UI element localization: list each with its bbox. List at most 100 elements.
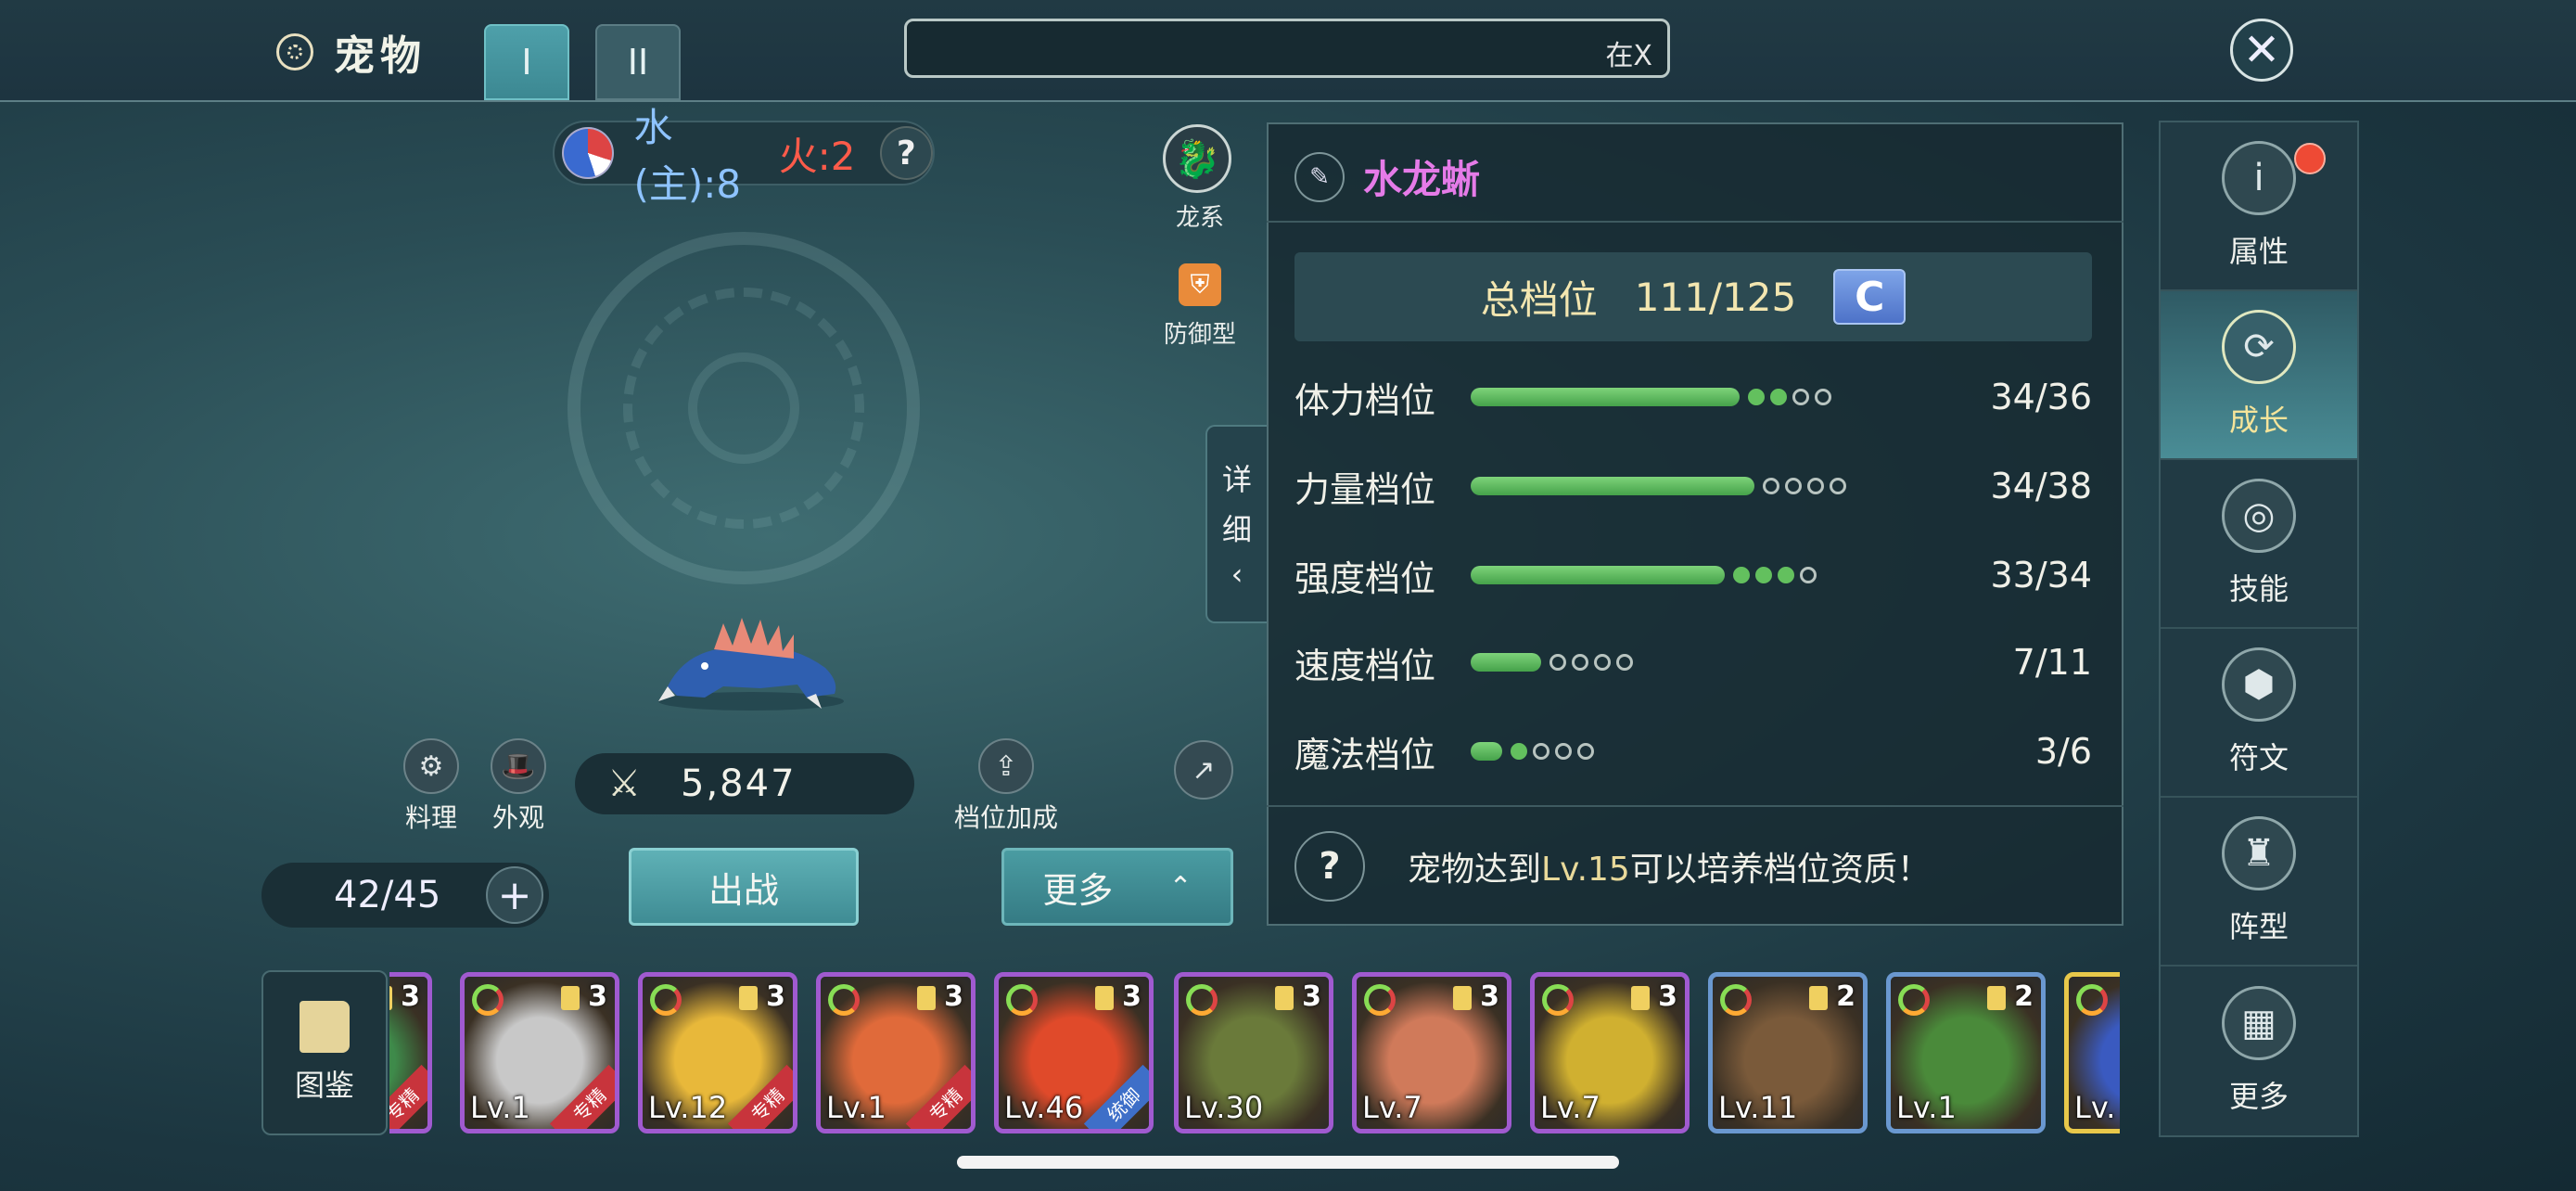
stat-dot xyxy=(1815,389,1831,405)
expand-capacity-button[interactable]: + xyxy=(486,866,543,924)
pet-card[interactable]: 2 Lv.11 xyxy=(1708,972,1868,1133)
element-ring-icon xyxy=(472,984,504,1016)
pet-card-level: Lv.12 xyxy=(648,1090,728,1125)
cook-icon: ⚙ xyxy=(403,738,459,794)
tab-2[interactable]: II xyxy=(595,24,681,100)
stat-dot xyxy=(1549,654,1566,671)
pet-card[interactable]: 3 专精 xyxy=(389,972,432,1133)
rune-icon: ⬢ xyxy=(2222,647,2296,722)
stat-dot xyxy=(1770,389,1787,405)
pet-card[interactable]: 3 Lv.12 专精 xyxy=(638,972,797,1133)
stat-dot xyxy=(1800,567,1817,583)
cook-button[interactable]: ⚙ 料理 xyxy=(401,738,462,835)
pet-card[interactable]: 3 Lv.7 xyxy=(1530,972,1690,1133)
fire-element-text: 火:2 xyxy=(778,133,856,179)
book-icon xyxy=(300,1001,350,1053)
share-button[interactable]: ↗ xyxy=(1174,740,1233,800)
grid-icon: ▦ xyxy=(2222,986,2296,1060)
stat-bar-fill xyxy=(1471,653,1541,672)
pet-card-count: 3 xyxy=(401,980,420,1013)
pet-name: 水龙蜥 xyxy=(1363,157,1481,202)
sidebar-item-attributes[interactable]: i 属性 xyxy=(2161,122,2357,291)
more-button-label: 更多 xyxy=(1042,869,1114,911)
stat-label: 力量档位 xyxy=(1294,468,1436,510)
pet-card-level: Lv.1 xyxy=(470,1090,530,1125)
pet-card[interactable]: 3 Lv.1 专精 xyxy=(460,972,619,1133)
pet-card[interactable]: 3 Lv.1 专精 xyxy=(816,972,976,1133)
stat-dot xyxy=(1733,567,1750,583)
pet-card-count: 3 xyxy=(944,980,963,1013)
stat-bar-fill xyxy=(1471,742,1502,761)
notification-dot xyxy=(2294,143,2326,174)
bestiary-label: 图鉴 xyxy=(294,1068,354,1103)
growth-icon: ⟳ xyxy=(2222,310,2296,384)
sidebar-item-more[interactable]: ▦ 更多 xyxy=(2161,967,2357,1135)
home-indicator[interactable] xyxy=(957,1156,1619,1169)
hint-level: Lv.15 xyxy=(1541,851,1630,889)
stat-dot xyxy=(1555,743,1572,760)
pet-card[interactable]: 2 Lv.1 xyxy=(1886,972,2046,1133)
sidebar-item-growth[interactable]: ⟳ 成长 xyxy=(2161,291,2357,460)
role-type[interactable]: ⛨ 防御型 xyxy=(1159,263,1241,350)
grade-bonus-label: 档位加成 xyxy=(953,802,1058,833)
pet-card[interactable]: 3 Lv.46 统御 xyxy=(994,972,1154,1133)
stat-value: 34/38 xyxy=(1990,466,2092,506)
sidebar-item-label: 阵型 xyxy=(2228,909,2289,944)
pet-emblem-icon xyxy=(276,33,313,70)
element-ring-icon xyxy=(1720,984,1752,1016)
hint-help-button[interactable]: ? xyxy=(1294,831,1365,902)
detail-tab[interactable]: 详 细 ‹ xyxy=(1205,425,1267,623)
share-icon: ↗ xyxy=(1192,753,1216,787)
pet-card-level: Lv.7 xyxy=(1540,1090,1600,1125)
sidebar-item-runes[interactable]: ⬢ 符文 xyxy=(2161,629,2357,798)
bestiary-button[interactable]: 图鉴 xyxy=(261,970,388,1135)
stat-value: 7/11 xyxy=(2012,642,2092,683)
sidebar-item-skills[interactable]: ◎ 技能 xyxy=(2161,460,2357,629)
more-button[interactable]: 更多 ⌃ xyxy=(1001,848,1233,926)
divider xyxy=(1267,221,2123,223)
dragon-family-icon: 🐉 xyxy=(1163,124,1231,193)
combat-power-value: 5,847 xyxy=(681,762,797,805)
appearance-button[interactable]: 🎩 外观 xyxy=(488,738,549,835)
sidebar-item-formation[interactable]: ♜ 阵型 xyxy=(2161,798,2357,967)
grade-badge: C xyxy=(1833,269,1906,325)
card-chip-icon xyxy=(561,986,580,1010)
pet-card[interactable]: 3 Lv.7 xyxy=(1352,972,1511,1133)
card-chip-icon xyxy=(917,986,936,1010)
battle-button[interactable]: 出战 xyxy=(629,848,859,926)
grade-bonus-button[interactable]: ⇪ 档位加成 xyxy=(946,738,1066,835)
hint-suffix: 可以培养档位资质！ xyxy=(1629,851,1931,889)
pet-card[interactable]: Lv. xyxy=(2064,972,2120,1133)
appearance-label: 外观 xyxy=(491,802,544,833)
pet-model[interactable] xyxy=(649,612,853,714)
pet-card[interactable]: 3 Lv.30 xyxy=(1174,972,1333,1133)
family-type[interactable]: 🐉 龙系 xyxy=(1163,124,1237,233)
role-label: 防御型 xyxy=(1163,321,1236,349)
stat-bar xyxy=(1471,653,1636,672)
total-grade-value: 111/125 xyxy=(1634,274,1797,320)
sidebar-item-label: 属性 xyxy=(2228,234,2289,269)
pet-card-count: 3 xyxy=(1302,980,1321,1013)
element-help-button[interactable]: ? xyxy=(879,126,933,180)
rename-button[interactable]: ✎ xyxy=(1294,151,1345,202)
card-chip-icon xyxy=(389,986,392,1010)
element-ring-icon xyxy=(828,984,860,1016)
close-icon: ✕ xyxy=(2242,24,2281,76)
formation-icon: ♜ xyxy=(2222,816,2296,890)
combat-power: ⚔ 5,847 xyxy=(575,753,914,814)
sidebar-item-label: 符文 xyxy=(2228,740,2289,775)
chevron-up-icon: ⌃ xyxy=(1168,870,1192,903)
element-badge[interactable]: 水(主):8 火:2 ? xyxy=(553,105,935,207)
close-button[interactable]: ✕ xyxy=(2230,19,2293,82)
sidebar-item-label: 技能 xyxy=(2228,571,2289,607)
stat-bar xyxy=(1471,388,1834,406)
pet-card-level: Lv.1 xyxy=(1896,1090,1957,1125)
pet-card-count: 3 xyxy=(1658,980,1677,1013)
card-chip-icon xyxy=(1631,986,1650,1010)
hint-text: 宠物达到Lv.15可以培养档位资质！ xyxy=(1408,842,1931,890)
element-ring-icon xyxy=(1542,984,1574,1016)
stat-value: 3/6 xyxy=(2034,731,2092,772)
card-chip-icon xyxy=(1809,986,1828,1010)
tab-1[interactable]: I xyxy=(484,24,569,100)
notice-text: 在X xyxy=(1605,40,1652,72)
